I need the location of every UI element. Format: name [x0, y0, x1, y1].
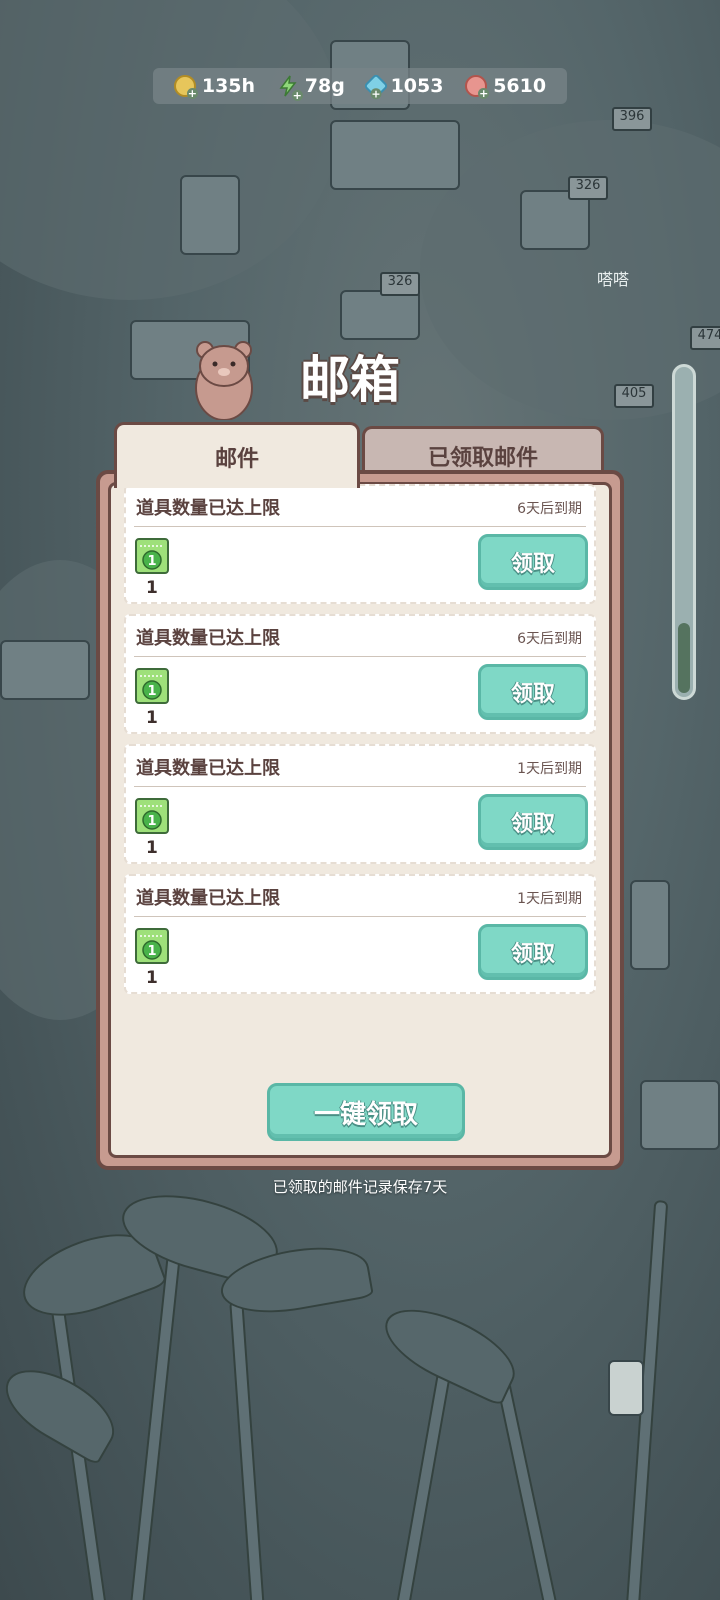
tab-mail[interactable]: 邮件	[114, 422, 360, 488]
ticket-icon: 1	[135, 538, 169, 574]
claim-button[interactable]: 领取	[478, 924, 588, 980]
background-sign: 474	[690, 326, 720, 350]
mail-title: 道具数量已达上限	[136, 888, 280, 909]
claim-button[interactable]: 领取	[478, 794, 588, 850]
divider	[134, 786, 586, 787]
food-currency[interactable]: 5610	[465, 75, 547, 99]
side-scrollbar[interactable]	[672, 364, 696, 700]
time-currency-value: 135h	[201, 75, 256, 97]
ticket-icon: 1	[135, 668, 169, 704]
mail-item: 道具数量已达上限 6天后到期 1 1 领取	[124, 484, 596, 604]
mail-item: 道具数量已达上限 1天后到期 1 1 领取	[124, 744, 596, 864]
divider	[134, 656, 586, 657]
ticket-icon: 1	[135, 928, 169, 964]
mail-title: 道具数量已达上限	[136, 628, 280, 649]
bamboo-stalk	[496, 1381, 558, 1600]
energy-bolt-icon	[277, 75, 303, 101]
mail-title: 道具数量已达上限	[136, 758, 280, 779]
bamboo-stalk	[229, 1299, 265, 1600]
claim-all-button[interactable]: 一键领取	[267, 1083, 465, 1141]
background-sign: 396	[612, 107, 652, 131]
energy-currency-value: 78g	[304, 75, 345, 97]
background-sign: 326	[568, 176, 608, 200]
ticket-badge: 1	[147, 944, 156, 959]
mail-item: 道具数量已达上限 1天后到期 1 1 领取	[124, 874, 596, 994]
background-label: 嗒嗒	[596, 270, 629, 289]
background-shade	[0, 0, 340, 300]
rock-prop	[0, 640, 90, 700]
retention-note: 已领取的邮件记录保存7天	[272, 1178, 448, 1196]
scrollbar-thumb[interactable]	[678, 623, 690, 693]
post-prop	[630, 880, 670, 970]
ticket-icon: 1	[135, 798, 169, 834]
time-currency[interactable]: 135h	[173, 75, 256, 99]
divider	[134, 916, 586, 917]
item-count: 1	[146, 708, 158, 728]
rock-prop	[640, 1080, 720, 1150]
bear-mascot-icon	[195, 341, 253, 420]
item-count: 1	[146, 968, 158, 988]
ticket-badge: 1	[147, 814, 156, 829]
claim-button[interactable]: 领取	[478, 664, 588, 720]
rock-prop	[340, 290, 420, 340]
food-icon	[465, 75, 490, 99]
claim-button[interactable]: 领取	[478, 534, 588, 590]
mail-expire: 6天后到期	[517, 631, 582, 647]
mailbox-title: 邮箱	[300, 351, 400, 409]
energy-currency[interactable]: 78g	[277, 75, 345, 101]
blue-gem-icon	[362, 73, 389, 99]
time-coin-icon	[173, 75, 198, 99]
item-count: 1	[146, 838, 158, 858]
bookshelf-prop	[330, 120, 460, 190]
currency-bar: 135h 78g 1053 5610	[153, 68, 567, 104]
mail-item: 道具数量已达上限 6天后到期 1 1 领取	[124, 614, 596, 734]
item-count: 1	[146, 578, 158, 598]
food-currency-value: 5610	[493, 75, 547, 97]
mail-expire: 1天后到期	[517, 891, 582, 907]
gem-currency[interactable]: 1053	[362, 73, 444, 99]
ticket-badge: 1	[147, 684, 156, 699]
background-sign: 405	[614, 384, 654, 408]
bamboo-leaf	[373, 1293, 527, 1407]
background-sign: 326	[380, 272, 420, 296]
gem-currency-value: 1053	[390, 75, 444, 97]
mail-title: 道具数量已达上限	[136, 498, 280, 519]
mail-expire: 1天后到期	[517, 761, 582, 777]
mail-expire: 6天后到期	[517, 501, 582, 517]
hanging-lantern	[608, 1360, 644, 1416]
panda-statue	[180, 175, 240, 255]
divider	[134, 526, 586, 527]
ticket-badge: 1	[147, 554, 156, 569]
